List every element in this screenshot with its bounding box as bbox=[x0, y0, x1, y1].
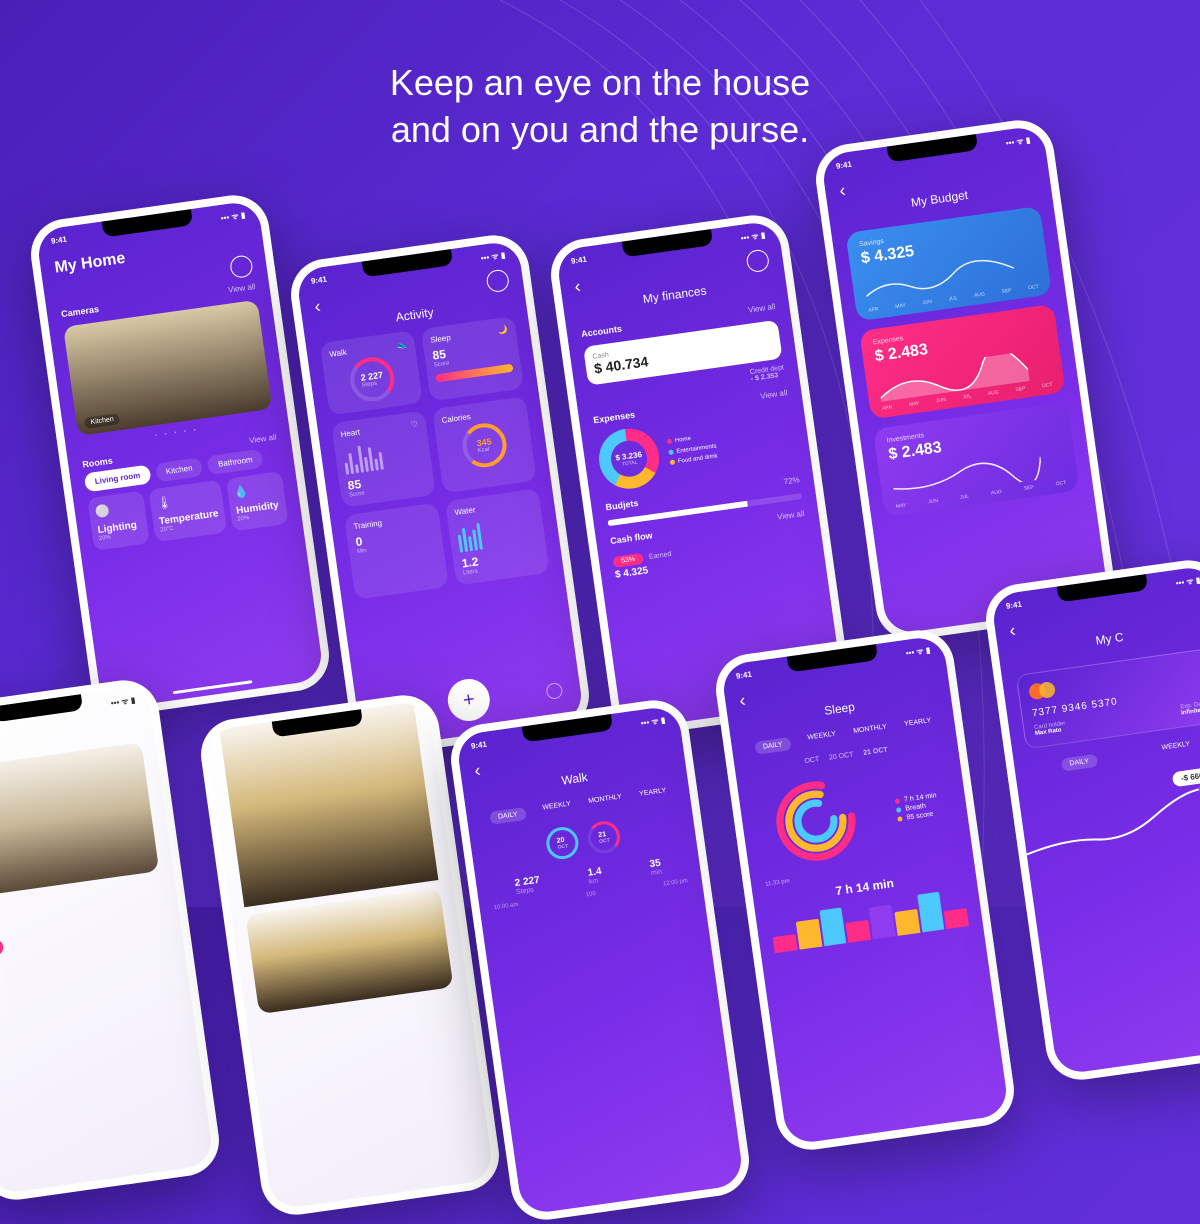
budget-card-investments[interactable]: Investments$ 2.483 MAYJUNJULAUGSEPOCT bbox=[873, 402, 1079, 517]
back-button[interactable] bbox=[313, 295, 322, 317]
phone-budget: 9:41••• ᯤ ▮ My Budget Savings$ 4.325 APR… bbox=[811, 116, 1118, 645]
phone-activity: 9:41••• ᯤ ▮ Activity Walk👟2 227Steps Sle… bbox=[286, 231, 593, 760]
budget-card-savings[interactable]: Savings$ 4.325 APRMAYJUNJULAUGSEPOCT bbox=[845, 206, 1051, 321]
card-water[interactable]: Water1.2Liters bbox=[445, 488, 550, 585]
budget-card-expenses[interactable]: Expenses$ 2.483 APRMAYJUNJULAUGSEPOCT bbox=[859, 304, 1065, 419]
tile-humidity[interactable]: 💧Humidity20% bbox=[226, 471, 289, 531]
status-time: 9:41 bbox=[50, 235, 67, 248]
card-sleep[interactable]: Sleep🌙85Score bbox=[421, 316, 524, 401]
card-training[interactable]: Training0Min bbox=[344, 502, 449, 599]
expenses-legend: Home Entertainments Food and drink bbox=[666, 430, 718, 469]
sleep-legend: 7 h 14 min Breath 85 score bbox=[881, 788, 954, 826]
back-button[interactable] bbox=[838, 180, 847, 202]
phone-card: 9:41••• ᯤ ▮ My C 7377 9346 5370 Card hol… bbox=[981, 556, 1200, 1085]
thermometer-icon: 🌡 bbox=[156, 488, 217, 510]
phone-camera-detail: 9:41••• ᯤ ▮ Live bbox=[0, 676, 224, 1205]
rooms-label: Rooms bbox=[82, 455, 114, 469]
home-indicator bbox=[173, 680, 253, 694]
room-photo-kitchen-1[interactable] bbox=[219, 702, 438, 908]
phone-sleep: 9:41••• ᯤ ▮ Sleep DAILYWEEKLYMONTHLYYEAR… bbox=[711, 626, 1018, 1155]
avatar-icon[interactable] bbox=[745, 248, 770, 273]
camera-tag: Kitchen bbox=[84, 413, 121, 429]
back-button[interactable] bbox=[573, 275, 582, 297]
dock-profile-icon[interactable] bbox=[545, 682, 563, 700]
shoe-icon: 👟 bbox=[396, 339, 407, 349]
back-button[interactable] bbox=[473, 760, 482, 782]
cameras-label: Cameras bbox=[61, 304, 100, 319]
day-ring-21[interactable]: 21OCT bbox=[586, 819, 622, 855]
heart-icon: ♡ bbox=[410, 419, 418, 429]
droplet-icon: 💧 bbox=[233, 480, 279, 500]
room-photo-ceiling[interactable] bbox=[0, 742, 159, 898]
card-calories[interactable]: Calories345Kcal bbox=[432, 396, 537, 493]
card-walk[interactable]: Walk👟2 227Steps bbox=[320, 330, 423, 415]
status-icons: ••• ᯤ ▮ bbox=[220, 210, 246, 224]
phone-my-home: 9:41••• ᯤ ▮ My Home CamerasView all Kitc… bbox=[26, 191, 333, 720]
brightness-slider[interactable] bbox=[0, 919, 19, 1098]
avatar-icon[interactable] bbox=[485, 268, 510, 293]
metric-steps: 2 227Steps bbox=[514, 875, 541, 896]
card-heart[interactable]: Heart♡85Score bbox=[331, 410, 436, 507]
tile-lighting[interactable]: ⚪Lighting20% bbox=[87, 491, 150, 551]
tile-temperature[interactable]: 🌡Temperature20°C bbox=[149, 480, 228, 542]
avatar-icon[interactable] bbox=[229, 254, 254, 279]
chart-tooltip: -$ 666 bbox=[1172, 767, 1200, 787]
bulb-icon: ⚪ bbox=[94, 499, 140, 519]
day-ring-20[interactable]: 20OCT bbox=[544, 825, 580, 861]
fab-add[interactable]: + bbox=[445, 676, 492, 723]
view-all-cameras[interactable]: View all bbox=[227, 282, 256, 296]
sleep-ring bbox=[765, 770, 867, 872]
metric-time: 35min bbox=[649, 858, 663, 877]
view-all-rooms[interactable]: View all bbox=[249, 432, 278, 446]
camera-preview[interactable]: Kitchen bbox=[63, 300, 272, 436]
moon-icon: 🌙 bbox=[497, 325, 508, 335]
back-button[interactable] bbox=[738, 690, 747, 712]
back-button[interactable] bbox=[1008, 620, 1017, 642]
metric-distance: 1.4km bbox=[587, 866, 603, 886]
expenses-donut: $ 3.236TOTAL bbox=[595, 425, 663, 493]
